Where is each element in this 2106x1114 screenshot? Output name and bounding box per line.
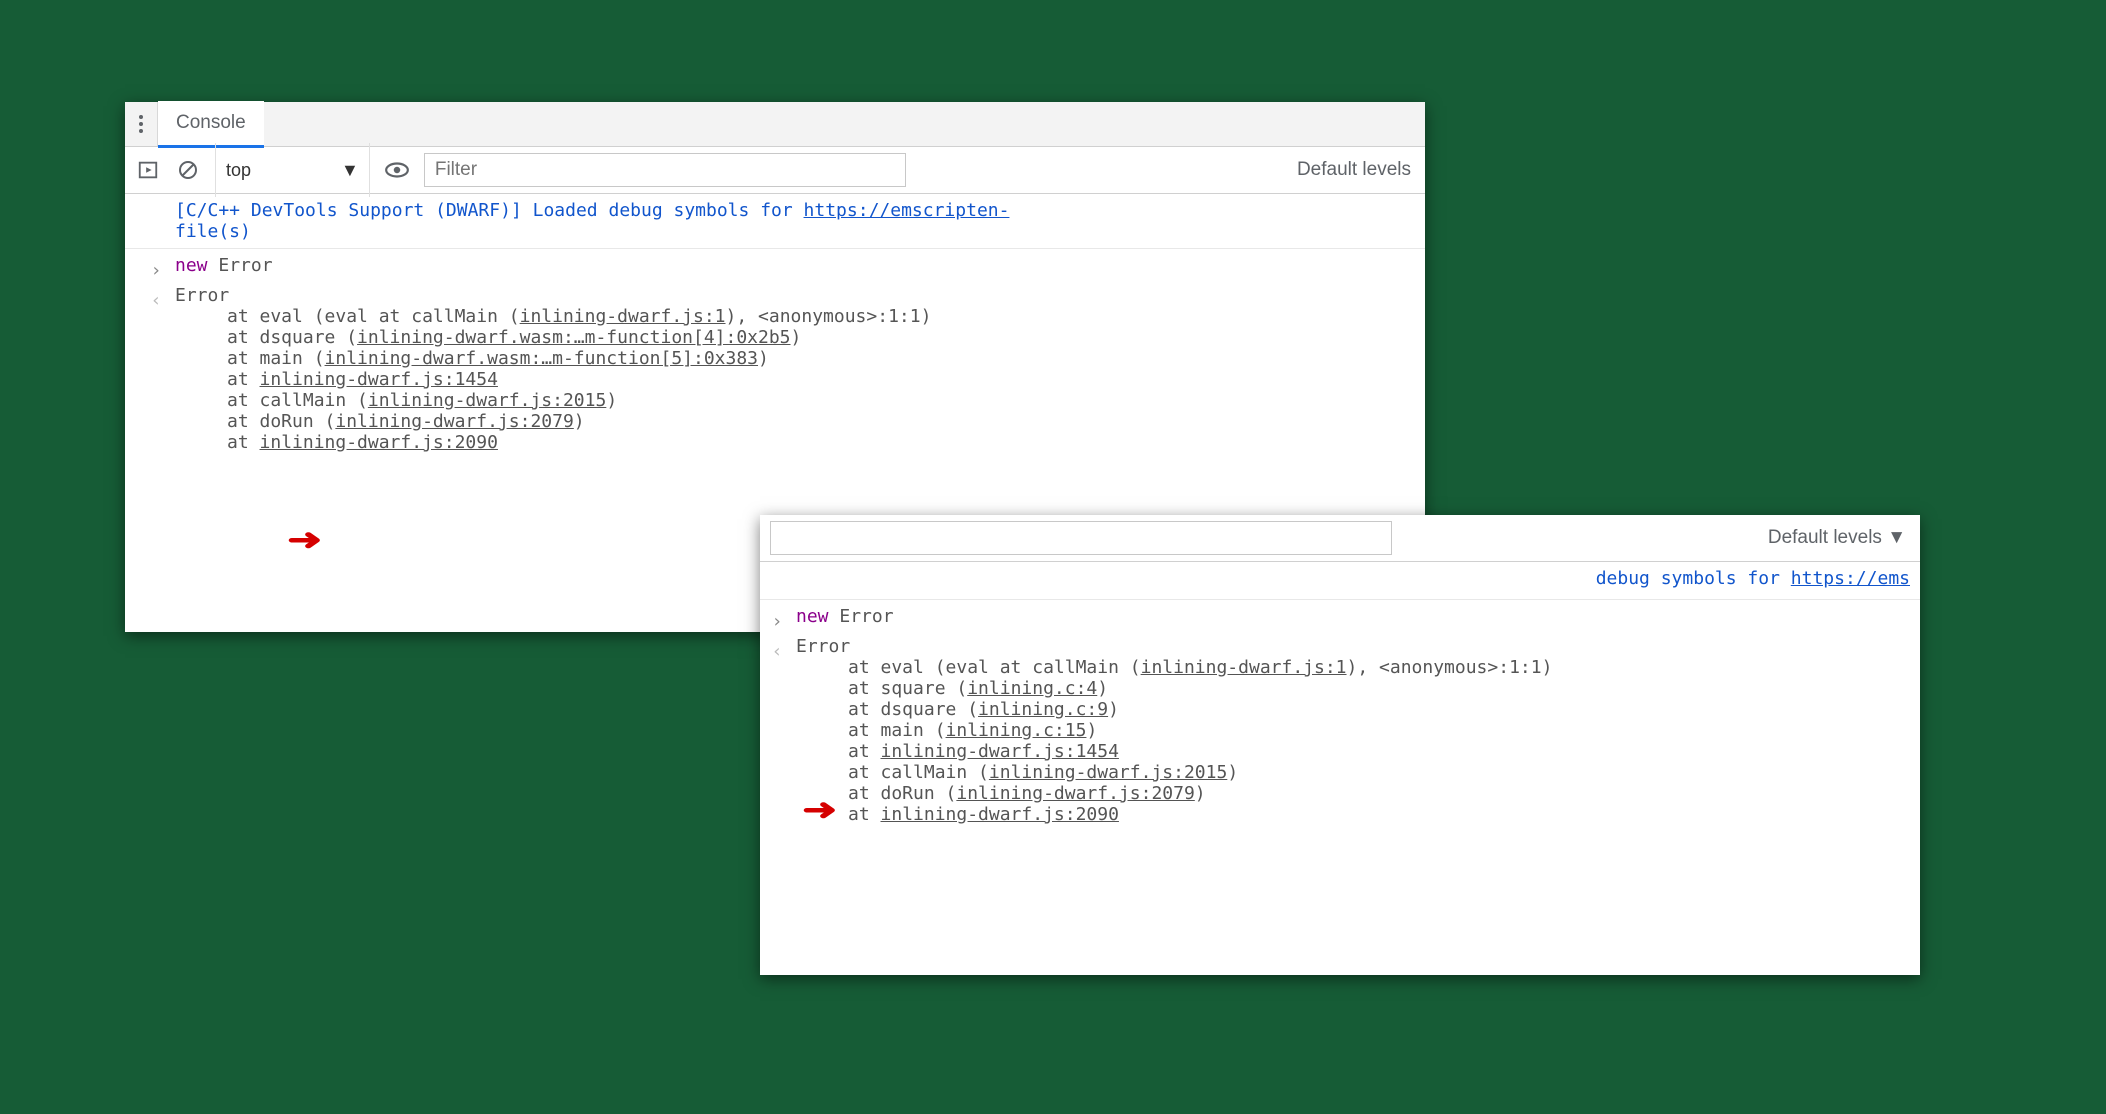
log-levels-select[interactable]: Default levels ▼ [1768,527,1910,549]
stack-trace: at eval (eval at callMain (inlining-dwar… [796,657,1910,825]
chevron-left-icon: ‹ [770,636,784,662]
devtools-panel-2: Default levels ▼ debug symbols for https… [760,515,1920,975]
source-link[interactable]: inlining-dwarf.wasm:…m-function[4]:0x2b5 [357,327,790,348]
stack-frame: at doRun (inlining-dwarf.js:2079) [848,783,1910,804]
stack-frame: at inlining-dwarf.js:1454 [848,741,1910,762]
context-select[interactable]: top ▼ [215,143,370,197]
log-levels-select[interactable]: Default levels [1297,159,1415,181]
stack-frame: at callMain (inlining-dwarf.js:2015) [227,390,1415,411]
source-link[interactable]: inlining-dwarf.js:1 [1141,657,1347,678]
console-toolbar: top ▼ Filter Default levels [125,147,1425,194]
context-label: top [226,160,251,181]
stack-frame: at dsquare (inlining-dwarf.wasm:…m-funct… [227,327,1415,348]
stack-frame: at inlining-dwarf.js:2090 [227,432,1415,453]
tab-bar: Console [125,102,1425,147]
kebab-icon[interactable] [125,102,158,146]
keyword-new: new [796,606,829,627]
console-log: [C/C++ DevTools Support (DWARF)] Loaded … [125,194,1425,465]
show-sidebar-icon[interactable] [135,157,161,183]
identifier: Error [839,606,893,627]
console-input[interactable]: › new Error [149,253,1415,283]
live-expression-icon[interactable] [384,157,410,183]
source-link[interactable]: inlining-dwarf.js:2090 [881,804,1119,825]
chevron-down-icon: ▼ [341,160,359,181]
filter-input[interactable] [770,521,1392,555]
log-text: file(s) [175,221,251,242]
source-link[interactable]: inlining.c:9 [978,699,1108,720]
highlight-arrow-icon: ➜ [802,792,837,826]
log-text: [C/C++ DevTools Support (DWARF)] Loaded … [175,200,804,221]
chevron-right-icon: › [770,606,784,632]
source-link[interactable]: inlining.c:15 [946,720,1087,741]
stack-frame: at main (inlining.c:15) [848,720,1910,741]
console-log: debug symbols for https://ems › new Erro… [760,562,1920,837]
console-input[interactable]: › new Error [770,604,1910,634]
source-link[interactable]: inlining-dwarf.js:2079 [335,411,573,432]
stack-frame: at inlining-dwarf.js:2090 [848,804,1910,825]
source-link[interactable]: inlining-dwarf.js:2015 [368,390,606,411]
chevron-right-icon: › [149,255,163,281]
source-link[interactable]: inlining-dwarf.js:2090 [260,432,498,453]
stack-frame: at dsquare (inlining.c:9) [848,699,1910,720]
keyword-new: new [175,255,208,276]
tab-console[interactable]: Console [158,101,264,148]
source-link[interactable]: inlining-dwarf.wasm:…m-function[5]:0x383 [325,348,758,369]
filter-placeholder: Filter [435,159,477,181]
source-link[interactable]: inlining-dwarf.js:1454 [260,369,498,390]
stack-frame: at callMain (inlining-dwarf.js:2015) [848,762,1910,783]
stack-frame: at inlining-dwarf.js:1454 [227,369,1415,390]
source-link[interactable]: inlining-dwarf.js:1 [520,306,726,327]
log-levels-label: Default levels [1297,159,1411,181]
log-link[interactable]: https://emscripten- [804,200,1010,221]
highlight-arrow-icon: ➜ [287,522,322,556]
console-output: ‹ Error at eval (eval at callMain (inlin… [149,283,1415,455]
log-levels-label: Default levels ▼ [1768,527,1906,549]
log-message: debug symbols for https://ems [770,566,1910,595]
source-link[interactable]: inlining-dwarf.js:2015 [989,762,1227,783]
stack-frame: at eval (eval at callMain (inlining-dwar… [848,657,1910,678]
error-label[interactable]: Error [175,285,1415,306]
stack-frame: at main (inlining-dwarf.wasm:…m-function… [227,348,1415,369]
error-label[interactable]: Error [796,636,1910,657]
log-message: [C/C++ DevTools Support (DWARF)] Loaded … [149,198,1415,244]
filter-input[interactable]: Filter [424,153,906,187]
stack-frame: at eval (eval at callMain (inlining-dwar… [227,306,1415,327]
chevron-left-icon: ‹ [149,285,163,311]
console-output: ‹ Error at eval (eval at callMain (inlin… [770,634,1910,827]
identifier: Error [218,255,272,276]
stack-trace: at eval (eval at callMain (inlining-dwar… [175,306,1415,453]
stack-frame: at doRun (inlining-dwarf.js:2079) [227,411,1415,432]
source-link[interactable]: inlining.c:4 [967,678,1097,699]
source-link[interactable]: inlining-dwarf.js:2079 [956,783,1194,804]
log-link[interactable]: https://ems [1791,568,1910,589]
console-toolbar-partial: Default levels ▼ [760,515,1920,562]
log-text: debug symbols for [1596,568,1791,589]
source-link[interactable]: inlining-dwarf.js:1454 [881,741,1119,762]
stack-frame: at square (inlining.c:4) [848,678,1910,699]
clear-console-icon[interactable] [175,157,201,183]
